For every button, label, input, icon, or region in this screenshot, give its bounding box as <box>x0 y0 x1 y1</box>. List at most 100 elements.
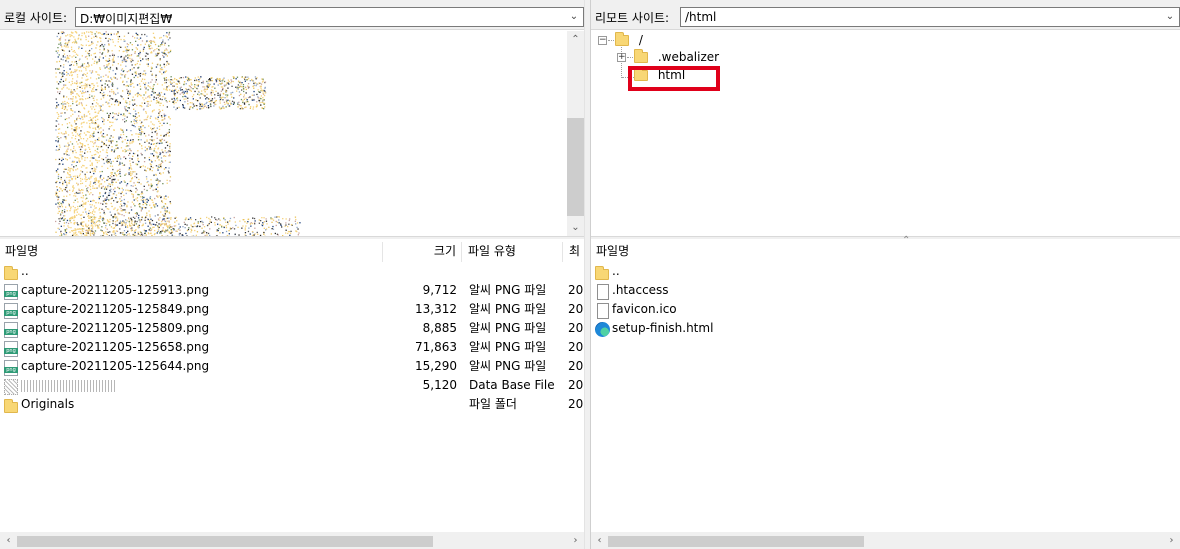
file-size: 9,712 <box>422 283 457 297</box>
file-name: favicon.ico <box>612 302 677 316</box>
scroll-down-icon[interactable]: ⌄ <box>567 219 584 236</box>
file-size: 13,312 <box>415 302 457 316</box>
file-name: capture-20211205-125913.png <box>21 283 210 297</box>
file-name: capture-20211205-125658.png <box>21 340 210 354</box>
icon-slot <box>4 282 20 300</box>
scroll-thumb[interactable] <box>17 536 433 547</box>
list-item[interactable]: capture-20211205-125644.png 15,290 알씨 PN… <box>0 357 584 376</box>
scroll-thumb[interactable] <box>567 118 584 216</box>
local-list-header: 파일명 크기 파일 유형 최 <box>0 239 584 263</box>
file-type: 알씨 PNG 파일 <box>469 302 547 316</box>
column-header-size[interactable]: 크기 <box>383 239 461 263</box>
chevron-down-icon[interactable]: ⌄ <box>1163 9 1177 25</box>
icon-slot <box>4 263 20 281</box>
file-size: 71,863 <box>415 340 457 354</box>
folder-icon <box>634 49 648 63</box>
file-type: 파일 폴더 <box>469 397 517 411</box>
icon-slot <box>4 377 20 395</box>
column-separator <box>461 242 462 262</box>
list-item[interactable]: capture-20211205-125913.png 9,712 알씨 PNG… <box>0 281 584 300</box>
scroll-right-icon[interactable]: › <box>1163 532 1180 549</box>
database-file-icon <box>4 378 18 395</box>
local-address-bar: 로컬 사이트: D:₩이미지편집₩ ⌄ <box>0 0 585 30</box>
local-file-list[interactable]: .. capture-20211205-125913.png 9,712 알씨 … <box>0 262 584 532</box>
list-item[interactable]: Originals 파일 폴더 20 <box>0 395 584 414</box>
file-modified: 20 <box>568 302 584 316</box>
column-header-type[interactable]: 파일 유형 <box>463 239 563 263</box>
column-header-name[interactable]: 파일명 <box>0 239 382 263</box>
file-size: 8,885 <box>422 321 457 335</box>
icon-slot <box>4 320 20 338</box>
local-path-input[interactable]: D:₩이미지편집₩ ⌄ <box>75 7 584 27</box>
file-type: 알씨 PNG 파일 <box>469 340 547 354</box>
file-name: capture-20211205-125809.png <box>21 321 210 335</box>
file-size: 15,290 <box>415 359 457 373</box>
folder-icon <box>4 265 18 280</box>
icon-slot <box>4 339 20 357</box>
file-type: 알씨 PNG 파일 <box>469 321 547 335</box>
file-modified: 20 <box>568 397 584 411</box>
file-name: capture-20211205-125849.png <box>21 302 210 316</box>
pane-splitter[interactable] <box>584 0 591 549</box>
remote-list-header: 파일명 ⌃ <box>591 235 1180 263</box>
obscured-tree-area <box>55 31 301 236</box>
scroll-left-icon[interactable]: ‹ <box>0 532 17 549</box>
column-header-name[interactable]: 파일명 <box>591 239 891 263</box>
tree-item-root[interactable]: / <box>615 31 643 49</box>
folder-icon <box>615 32 629 46</box>
icon-slot <box>4 301 20 319</box>
column-header-modified[interactable]: 최 <box>564 239 584 263</box>
list-item[interactable]: setup-finish.html <box>591 319 1180 338</box>
remote-address-bar: 리모트 사이트: /html ⌄ <box>591 0 1180 30</box>
png-file-icon <box>4 321 18 338</box>
file-modified: 20 <box>568 359 584 373</box>
list-item[interactable]: capture-20211205-125849.png 13,312 알씨 PN… <box>0 300 584 319</box>
obscured-file-name <box>21 380 116 392</box>
tree-item-webalizer[interactable]: .webalizer <box>634 48 719 66</box>
list-item[interactable]: .. <box>0 262 584 281</box>
icon-slot <box>595 263 611 281</box>
icon-slot <box>597 282 613 300</box>
png-file-icon <box>4 283 18 300</box>
list-item[interactable]: .htaccess <box>591 281 1180 300</box>
expand-icon[interactable]: + <box>617 53 626 62</box>
list-item[interactable]: capture-20211205-125809.png 8,885 알씨 PNG… <box>0 319 584 338</box>
remote-path-input[interactable]: /html ⌄ <box>680 7 1180 27</box>
scroll-right-icon[interactable]: › <box>567 532 584 549</box>
file-modified: 20 <box>568 378 584 392</box>
scroll-thumb[interactable] <box>608 536 864 547</box>
file-name: Originals <box>21 397 75 411</box>
remote-tree-pane[interactable]: − / + .webalizer html <box>591 31 1180 236</box>
remote-path-value: /html <box>685 10 717 24</box>
tree-connector <box>608 40 614 41</box>
list-item[interactable]: favicon.ico <box>591 300 1180 319</box>
remote-list-hscrollbar[interactable]: ‹ › <box>591 532 1180 549</box>
local-path-value: D:₩이미지편집₩ <box>80 12 173 26</box>
local-site-label: 로컬 사이트: <box>4 11 68 25</box>
icon-slot <box>4 358 20 376</box>
file-modified: 20 <box>568 340 584 354</box>
scroll-up-icon[interactable]: ⌃ <box>567 31 584 48</box>
file-name: setup-finish.html <box>612 321 714 335</box>
icon-slot <box>597 301 613 319</box>
remote-site-label: 리모트 사이트: <box>595 11 670 25</box>
collapse-icon[interactable]: − <box>598 36 607 45</box>
remote-file-list[interactable]: .. .htaccess favicon.ico setup-finish.ht… <box>591 262 1180 532</box>
png-file-icon <box>4 340 18 357</box>
local-tree-scrollbar[interactable]: ⌃ ⌄ <box>567 31 584 236</box>
folder-icon <box>4 398 18 413</box>
column-separator <box>562 242 563 262</box>
local-tree-pane[interactable] <box>0 31 567 236</box>
file-icon <box>597 302 609 319</box>
chevron-down-icon[interactable]: ⌄ <box>567 9 581 25</box>
list-item[interactable]: capture-20211205-125658.png 71,863 알씨 PN… <box>0 338 584 357</box>
png-file-icon <box>4 302 18 319</box>
local-list-hscrollbar[interactable]: ‹ › <box>0 532 584 549</box>
tree-item-label: / <box>638 33 643 47</box>
list-item[interactable]: 5,120 Data Base File 20 <box>0 376 584 395</box>
file-icon <box>597 283 609 300</box>
folder-icon <box>595 265 609 280</box>
file-name: .. <box>21 264 29 278</box>
scroll-left-icon[interactable]: ‹ <box>591 532 608 549</box>
list-item[interactable]: .. <box>591 262 1180 281</box>
